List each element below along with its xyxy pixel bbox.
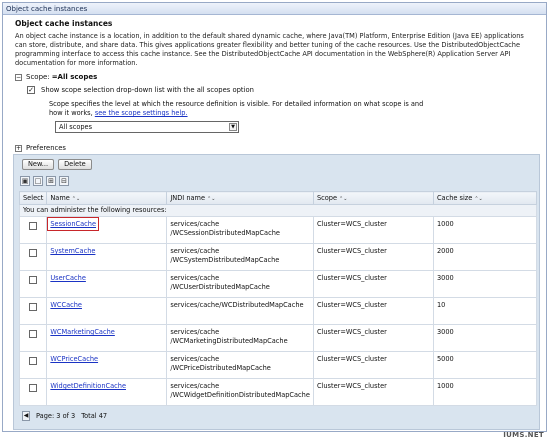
table-header: Select Name ⌃⌄ JNDI name ⌃⌄ Scope ⌃⌄ Cache … [18, 191, 538, 205]
chevron-down-icon[interactable]: ▼ [229, 123, 237, 131]
preferences-label[interactable]: Preferences [26, 144, 66, 152]
jndi-name: services/cache/WCDistributedMapCache [170, 301, 304, 309]
scope-select[interactable]: All scopes ▼ [55, 121, 239, 133]
cache-size-cell: 3000 [432, 324, 538, 352]
table-row: WidgetDefinitionCache services/cache/WCW… [18, 378, 538, 406]
row-checkbox[interactable] [29, 357, 38, 365]
jndi-name-cont: /WCUserDistributedMapCache [170, 282, 270, 291]
scope-cell: Cluster=WCS_cluster [312, 378, 434, 406]
cache-name-link[interactable]: SessionCache [47, 217, 99, 231]
select-all-icon[interactable]: ▣ [20, 176, 30, 186]
jndi-name: services/cache [170, 274, 220, 282]
scope-cell: Cluster=WCS_cluster [312, 297, 434, 325]
scope-select-value: All scopes [59, 123, 93, 131]
info-row: You can administer the following resourc… [19, 204, 537, 217]
sort-icon[interactable]: ⌃⌄ [339, 196, 347, 202]
table-row: SessionCache services/cache/WCSessionDis… [18, 216, 538, 244]
jndi-name-cont: /WCMarketingDistributedMapCache [170, 336, 288, 345]
row-checkbox[interactable] [29, 384, 38, 392]
new-button[interactable]: New... [22, 159, 55, 170]
scope-cell: Cluster=WCS_cluster [312, 243, 434, 271]
jndi-name-cont: /WCWidgetDefinitionDistributedMapCache [170, 390, 310, 399]
jndi-name: services/cache [170, 355, 220, 363]
cache-name-link[interactable]: WCPriceCache [50, 355, 98, 363]
cache-size-cell: 2000 [432, 243, 538, 271]
button-row: New... Delete [22, 159, 92, 170]
table-row: WCPriceCache services/cache/WCPriceDistr… [18, 351, 538, 379]
jndi-name: services/cache [170, 328, 220, 336]
pagination-footer: ◀ Page: 3 of 3 Total 47 [22, 409, 107, 423]
info-text: You can administer the following resourc… [19, 204, 537, 217]
col-cache-size[interactable]: Cache size ⌃⌄ [432, 191, 538, 205]
table-row: SystemCache services/cache/WCSystemDistr… [18, 243, 538, 271]
col-scope[interactable]: Scope ⌃⌄ [312, 191, 434, 205]
cache-size-cell: 10 [432, 297, 538, 325]
clear-filter-icon[interactable]: ⊟ [59, 176, 69, 186]
scope-help: Scope specifies the level at which the r… [49, 100, 429, 118]
scope-value: =All scopes [51, 73, 98, 81]
object-cache-window: Object cache instances Object cache inst… [2, 2, 547, 432]
cache-size-cell: 1000 [432, 216, 538, 244]
cache-name-link[interactable]: SystemCache [50, 247, 95, 255]
page-indicator: Page: 3 of 3 [36, 412, 76, 420]
row-checkbox[interactable] [29, 222, 38, 230]
scope-help-link[interactable]: see the scope settings help. [95, 109, 188, 117]
jndi-name-cont: /WCSessionDistributedMapCache [170, 228, 280, 237]
filter-icon[interactable]: ⊞ [46, 176, 56, 186]
scope-cell: Cluster=WCS_cluster [312, 324, 434, 352]
cache-size-cell: 1000 [432, 378, 538, 406]
scope-cell: Cluster=WCS_cluster [312, 270, 434, 298]
show-scope-row: ✓ Show scope selection drop-down list wi… [27, 86, 539, 94]
sort-icon[interactable]: ⌃⌄ [474, 196, 482, 202]
jndi-name-cont: /WCSystemDistributedMapCache [170, 255, 280, 264]
table-row: UserCache services/cache/WCUserDistribut… [18, 270, 538, 298]
row-checkbox[interactable] [29, 330, 38, 338]
expand-icon[interactable]: + [15, 144, 22, 152]
total-count: Total 47 [81, 412, 108, 420]
cache-name-link[interactable]: WidgetDefinitionCache [50, 382, 126, 390]
window-title: Object cache instances [3, 3, 546, 15]
resource-panel: New... Delete ▣ □ ⊞ ⊟ Select Name ⌃⌄ JNDI… [13, 154, 540, 430]
deselect-all-icon[interactable]: □ [33, 176, 43, 186]
col-select: Select [18, 191, 48, 205]
preferences-row[interactable]: + Preferences [15, 144, 539, 152]
table-toolbar: ▣ □ ⊞ ⊟ [20, 176, 69, 186]
watermark: IUMS.NET [503, 431, 544, 439]
row-checkbox[interactable] [29, 249, 38, 257]
section-heading: Object cache instances [15, 19, 113, 28]
cache-name-link[interactable]: WCMarketingCache [50, 328, 115, 336]
content-area: Object cache instances An object cache i… [15, 19, 539, 152]
col-jndi[interactable]: JNDI name ⌃⌄ [166, 191, 314, 205]
show-scope-checkbox[interactable]: ✓ [27, 86, 35, 94]
sort-icon[interactable]: ⌃⌄ [72, 196, 80, 202]
col-name[interactable]: Name ⌃⌄ [46, 191, 168, 205]
table-row: WCMarketingCache services/cache/WCMarket… [18, 324, 538, 352]
delete-button[interactable]: Delete [58, 159, 92, 170]
jndi-name: services/cache [170, 220, 220, 228]
cache-size-cell: 3000 [432, 270, 538, 298]
scope-cell: Cluster=WCS_cluster [312, 216, 434, 244]
cache-name-link[interactable]: UserCache [50, 274, 86, 282]
jndi-name-cont: /WCPriceDistributedMapCache [170, 363, 271, 372]
jndi-name: services/cache [170, 382, 220, 390]
scope-cell: Cluster=WCS_cluster [312, 351, 434, 379]
cache-name-link[interactable]: WCCache [50, 301, 82, 309]
previous-page-icon[interactable]: ◀ [22, 411, 30, 421]
scope-label: Scope: [26, 73, 50, 81]
cache-size-cell: 5000 [432, 351, 538, 379]
sort-icon[interactable]: ⌃⌄ [207, 196, 215, 202]
collapse-icon[interactable]: − [15, 73, 22, 81]
section-description: An object cache instance is a location, … [15, 32, 524, 67]
jndi-name: services/cache [170, 247, 220, 255]
scope-row: − Scope: =All scopes [15, 73, 539, 81]
table-row: WCCache services/cache/WCDistributedMapC… [18, 297, 538, 325]
row-checkbox[interactable] [29, 276, 38, 284]
cache-table: Select Name ⌃⌄ JNDI name ⌃⌄ Scope ⌃⌄ Cache … [18, 191, 538, 406]
show-scope-label: Show scope selection drop-down list with… [41, 86, 254, 94]
row-checkbox[interactable] [29, 303, 38, 311]
